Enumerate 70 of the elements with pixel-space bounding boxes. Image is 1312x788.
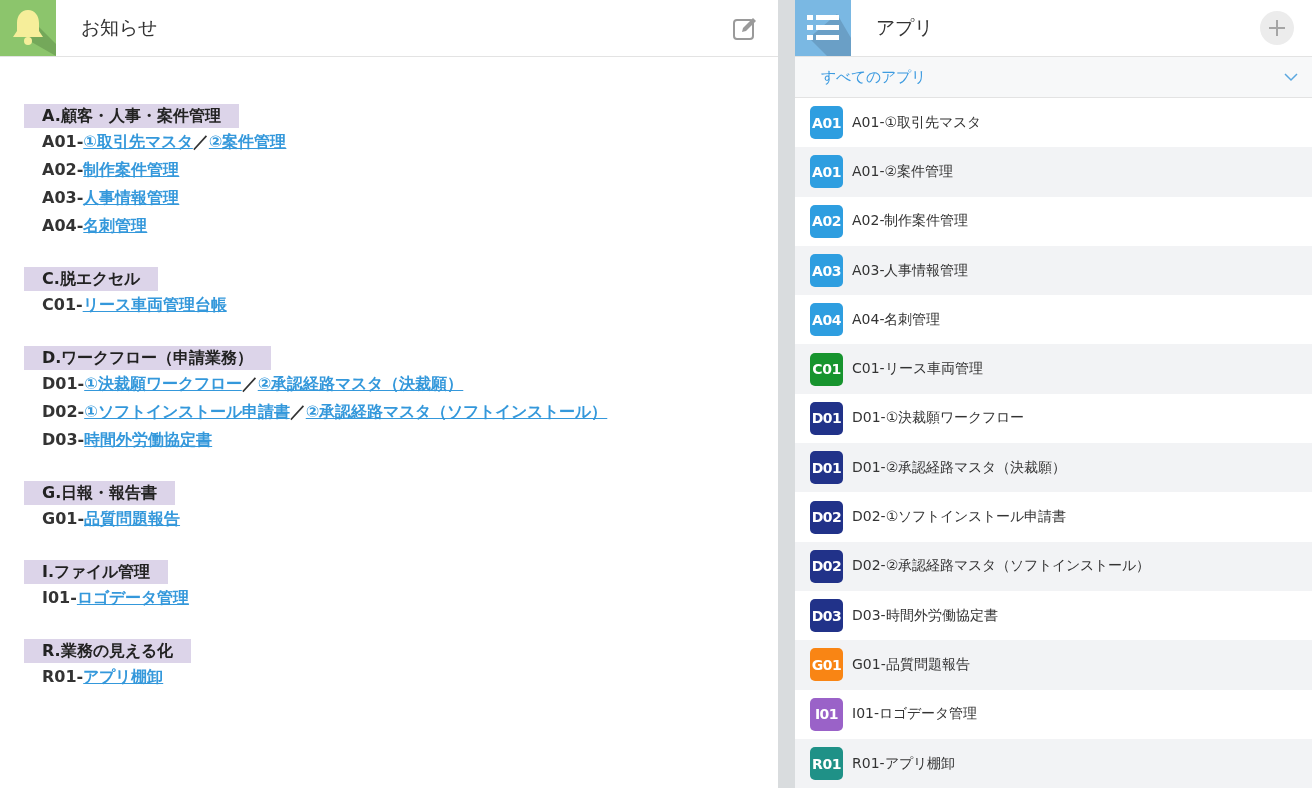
app-badge: A03 [810,254,843,288]
edit-icon[interactable] [732,15,758,41]
chevron-down-icon [1284,72,1298,82]
app-list-item[interactable]: A03 A03-人事情報管理 [795,245,1312,296]
app-list-item[interactable]: D02 D02-②承認経路マスタ（ソフトインストール） [795,541,1312,591]
app-badge: I01 [810,697,843,731]
app-badge: D01 [810,401,843,435]
section-heading: R.業務の見える化 [24,639,191,663]
app-filter-dropdown[interactable]: すべてのアプリ [795,57,1312,98]
separator-text: ／ [192,131,209,153]
app-badge: C01 [810,352,843,386]
app-list-item[interactable]: A01 A01-②案件管理 [795,147,1312,197]
app-list-item[interactable]: G01 G01-品質問題報告 [795,640,1312,690]
app-list-item[interactable]: I01 I01-ロゴデータ管理 [795,689,1312,739]
app-badge: D02 [810,500,843,534]
app-link[interactable]: ②案件管理 [208,128,287,156]
plus-icon [1268,19,1286,37]
bell-icon [0,0,56,56]
app-badge: A01 [810,106,843,140]
app-link[interactable]: 人事情報管理 [83,184,180,212]
app-link[interactable]: 品質問題報告 [84,505,181,533]
app-code: A01- [42,131,84,153]
app-code: D02- [42,401,85,423]
section-heading: A.顧客・人事・案件管理 [24,104,239,128]
add-button[interactable] [1260,11,1294,45]
panel-title: アプリ [876,15,934,40]
app-code: A04- [42,215,84,237]
section-heading: D.ワークフロー（申請業務） [24,346,272,370]
app-list-item[interactable]: D01 D01-①決裁願ワークフロー [795,393,1312,444]
app-badge: D02 [810,549,843,583]
app-code: A03- [42,187,84,209]
app-link[interactable]: ①取引先マスタ [83,128,193,156]
app-link[interactable]: リース車両管理台帳 [82,291,227,319]
app-link[interactable]: ロゴデータ管理 [76,584,189,612]
app-link[interactable]: 制作案件管理 [83,156,180,184]
app-link[interactable]: ①決裁願ワークフロー [84,370,242,398]
app-code: D01- [42,373,85,395]
app-list-item[interactable]: D01 D01-②承認経路マスタ（決裁願） [795,443,1312,493]
section-heading: I.ファイル管理 [24,560,169,584]
section-heading: C.脱エクセル [24,267,158,291]
app-code: D03- [42,429,85,451]
app-list-item[interactable]: A04 A04-名刺管理 [795,295,1312,345]
app-code: C01- [42,294,83,316]
app-list-item[interactable]: A01 A01-①取引先マスタ [795,98,1312,148]
app-link[interactable]: ①ソフトインストール申請書 [84,398,290,426]
app-badge: D01 [810,451,843,485]
app-list-item[interactable]: D03 D03-時間外労働協定書 [795,590,1312,641]
app-link[interactable]: 時間外労働協定書 [84,426,213,454]
app-list-item[interactable]: R01 R01-アプリ棚卸 [795,738,1312,788]
app-code: I01- [42,587,77,609]
separator-text: ／ [289,401,306,423]
app-list-item[interactable]: C01 C01-リース車両管理 [795,344,1312,394]
app-badge: G01 [810,648,843,682]
panel-title: お知らせ [81,15,158,40]
app-list-item[interactable]: A02 A02-制作案件管理 [795,196,1312,246]
app-link[interactable]: ②承認経路マスタ（ソフトインストール） [305,398,608,426]
section-heading: G.日報・報告書 [24,481,176,505]
app-link[interactable]: アプリ棚卸 [83,663,164,691]
app-link[interactable]: ②承認経路マスタ（決裁願） [257,370,464,398]
app-code: G01- [42,508,85,530]
app-badge: R01 [810,747,843,780]
app-code: A02- [42,159,84,181]
app-badge: A02 [810,204,843,238]
app-badge: A04 [810,303,843,337]
app-badge: D03 [810,599,843,633]
app-code: R01- [42,666,84,688]
app-link[interactable]: 名刺管理 [83,212,148,240]
app-badge: A01 [810,155,843,189]
separator-text: ／ [241,373,258,395]
app-list-item[interactable]: D02 D02-①ソフトインストール申請書 [795,492,1312,542]
